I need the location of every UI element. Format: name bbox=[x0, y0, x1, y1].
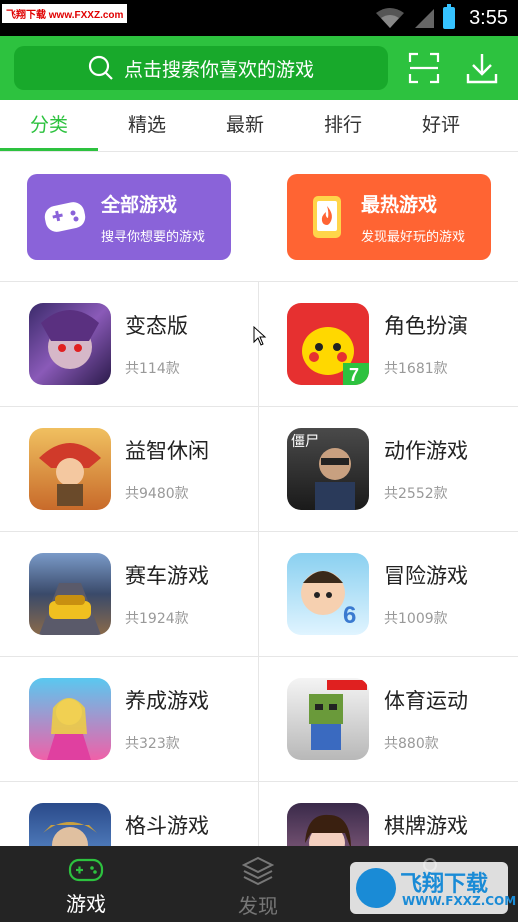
nav-discover[interactable]: 发现 bbox=[172, 846, 344, 922]
svg-text:僵尸: 僵尸 bbox=[291, 434, 319, 450]
banner-subtitle: 发现最好玩的游戏 bbox=[361, 230, 466, 245]
gamepad-icon bbox=[44, 202, 86, 232]
banner-title: 最热游戏 bbox=[361, 194, 438, 216]
svg-text:7: 7 bbox=[349, 365, 359, 385]
watermark-url: WWW.FXXZ.COM bbox=[402, 894, 517, 908]
category-item-action[interactable]: 僵尸 动作游戏 共2552款 bbox=[259, 407, 518, 532]
wifi-icon bbox=[376, 8, 405, 28]
category-item-rpg[interactable]: 7 角色扮演 共1681款 bbox=[259, 282, 518, 407]
category-name: 变态版 bbox=[125, 314, 188, 338]
category-item-puzzle[interactable]: 益智休闲 共9480款 bbox=[0, 407, 259, 532]
status-bar: 飞翔下载 www.FXXZ.com 3:55 bbox=[0, 0, 518, 36]
svg-text:6: 6 bbox=[343, 602, 356, 629]
category-count: 共1009款 bbox=[384, 611, 448, 627]
category-name: 角色扮演 bbox=[384, 314, 468, 338]
category-count: 共1924款 bbox=[125, 611, 189, 627]
category-item-adventure[interactable]: 6 冒险游戏 共1009款 bbox=[259, 532, 518, 657]
category-count: 共2552款 bbox=[384, 486, 448, 502]
category-grid: 变态版 共114款 7 角色扮演 共1681款 益智休闲 共9480款 僵尸 动… bbox=[0, 282, 518, 907]
category-count: 共1681款 bbox=[384, 361, 448, 377]
category-name: 赛车游戏 bbox=[125, 564, 209, 588]
flame-phone-icon bbox=[313, 196, 341, 238]
scan-icon[interactable] bbox=[408, 52, 440, 84]
search-bar[interactable]: 点击搜索你喜欢的游戏 bbox=[14, 46, 388, 90]
download-icon[interactable] bbox=[466, 52, 498, 84]
header: 点击搜索你喜欢的游戏 bbox=[0, 36, 518, 100]
category-name: 冒险游戏 bbox=[384, 564, 468, 588]
game-thumbnail bbox=[29, 678, 111, 760]
tab-category[interactable]: 分类 bbox=[0, 100, 98, 151]
battery-icon bbox=[443, 4, 456, 29]
clock: 3:55 bbox=[469, 6, 508, 29]
category-item-bianta[interactable]: 变态版 共114款 bbox=[0, 282, 259, 407]
nav-label: 游戏 bbox=[66, 892, 106, 916]
signal-icon bbox=[415, 9, 435, 28]
tab-featured[interactable]: 精选 bbox=[98, 100, 196, 151]
category-item-sports[interactable]: 体育运动 共880款 bbox=[259, 657, 518, 782]
watermark-logo-icon bbox=[356, 868, 396, 908]
nav-games[interactable]: 游戏 bbox=[0, 846, 172, 922]
banner-title: 全部游戏 bbox=[101, 194, 178, 216]
gamepad-icon bbox=[68, 858, 104, 882]
category-count: 共880款 bbox=[384, 736, 439, 752]
game-thumbnail bbox=[29, 553, 111, 635]
category-name: 动作游戏 bbox=[384, 439, 468, 463]
hot-games-banner[interactable]: 最热游戏 发现最好玩的游戏 bbox=[287, 174, 491, 260]
search-icon bbox=[88, 55, 113, 80]
category-count: 共9480款 bbox=[125, 486, 189, 502]
cube-icon bbox=[242, 856, 274, 886]
watermark-bottom-right: 飞翔下载 WWW.FXXZ.COM bbox=[350, 862, 516, 914]
category-count: 共323款 bbox=[125, 736, 180, 752]
category-tabs: 分类 精选 最新 排行 好评 bbox=[0, 100, 518, 152]
game-thumbnail: 6 bbox=[287, 553, 369, 635]
all-games-banner[interactable]: 全部游戏 搜寻你想要的游戏 bbox=[27, 174, 231, 260]
tab-top-rated[interactable]: 好评 bbox=[392, 100, 490, 151]
watermark-top-left: 飞翔下载 www.FXXZ.com bbox=[2, 4, 128, 23]
game-thumbnail: 7 bbox=[287, 303, 369, 385]
category-name: 格斗游戏 bbox=[125, 814, 209, 838]
tab-ranking[interactable]: 排行 bbox=[294, 100, 392, 151]
banner-subtitle: 搜寻你想要的游戏 bbox=[101, 230, 206, 245]
game-thumbnail bbox=[29, 428, 111, 510]
category-name: 养成游戏 bbox=[125, 689, 209, 713]
status-icons: 3:55 bbox=[375, 0, 508, 36]
mouse-cursor-icon bbox=[253, 326, 267, 346]
nav-label: 发现 bbox=[238, 894, 278, 918]
game-thumbnail bbox=[287, 678, 369, 760]
category-item-simulation[interactable]: 养成游戏 共323款 bbox=[0, 657, 259, 782]
banner-row: 全部游戏 搜寻你想要的游戏 最热游戏 发现最好玩的游戏 bbox=[0, 152, 518, 282]
category-item-racing[interactable]: 赛车游戏 共1924款 bbox=[0, 532, 259, 657]
game-thumbnail bbox=[29, 303, 111, 385]
tab-latest[interactable]: 最新 bbox=[196, 100, 294, 151]
category-count: 共114款 bbox=[125, 361, 180, 377]
category-name: 益智休闲 bbox=[125, 439, 209, 463]
game-thumbnail: 僵尸 bbox=[287, 428, 369, 510]
category-name: 棋牌游戏 bbox=[384, 814, 468, 838]
search-placeholder: 点击搜索你喜欢的游戏 bbox=[123, 58, 314, 81]
category-name: 体育运动 bbox=[384, 689, 468, 713]
